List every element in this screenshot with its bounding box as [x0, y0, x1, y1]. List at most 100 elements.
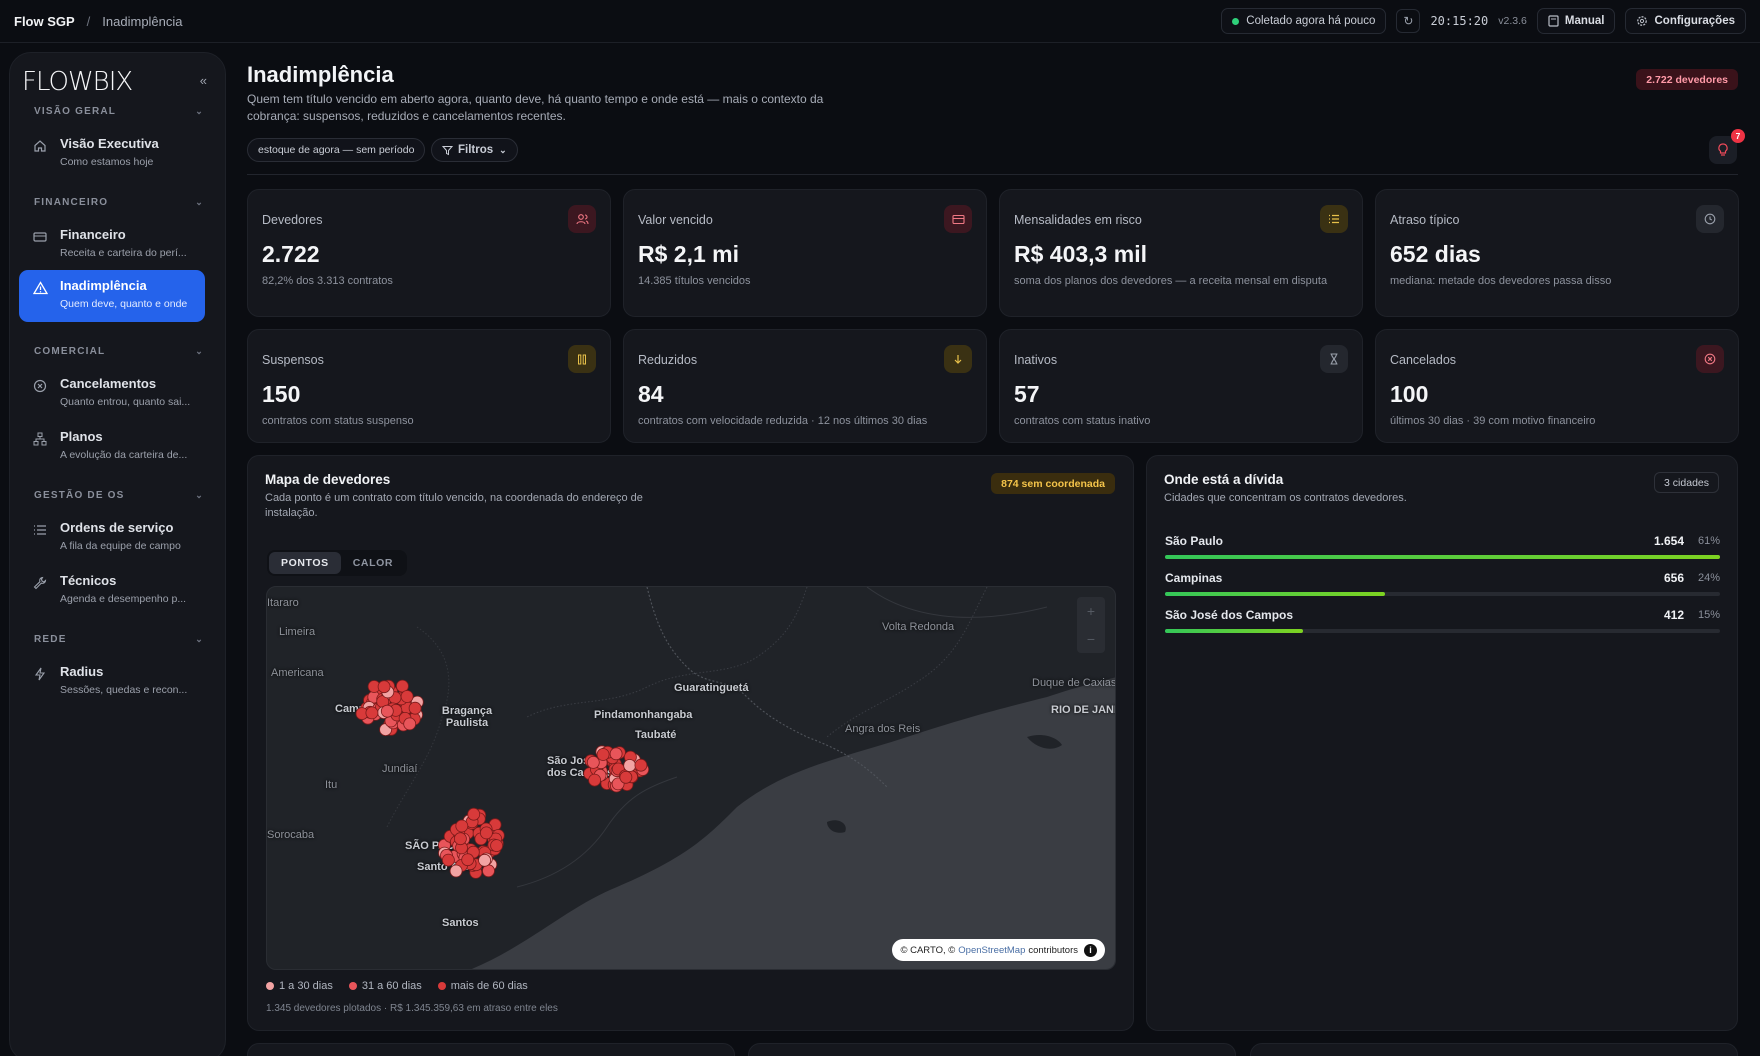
- collect-status: Coletado agora há pouco: [1221, 8, 1387, 34]
- sidebar-item-title: Técnicos: [60, 573, 117, 588]
- kpi-sub: últimos 30 dias · 39 com motivo financei…: [1390, 415, 1596, 427]
- legend-label: 1 a 30 dias: [279, 980, 333, 992]
- city-count: 412: [1663, 608, 1684, 622]
- info-icon[interactable]: i: [1084, 943, 1097, 957]
- list-icon: [1320, 205, 1348, 233]
- kpi-sub: 82,2% dos 3.313 contratos: [262, 275, 393, 287]
- sidebar-item-title: Cancelamentos: [60, 376, 157, 391]
- section-rede[interactable]: REDE ⌄: [34, 634, 204, 645]
- x-circle-icon: [32, 378, 48, 394]
- kpi-card-suspensos: Suspensos 150 contratos com status suspe…: [247, 329, 611, 443]
- debtor-point[interactable]: [634, 758, 648, 772]
- sidebar-item-tecnicos[interactable]: Técnicos Agenda e desempenho p...: [19, 565, 205, 617]
- lower-panel: [748, 1043, 1236, 1056]
- section-label: REDE: [34, 634, 67, 645]
- debtor-points: [355, 679, 650, 879]
- sidebar-item-financeiro[interactable]: Financeiro Receita e carteira do perí...: [19, 219, 205, 271]
- kpi-card-cancelados: Cancelados 100 últimos 30 dias · 39 com …: [1375, 329, 1739, 443]
- debtor-point[interactable]: [377, 680, 391, 694]
- collapse-sidebar-button[interactable]: «: [200, 73, 207, 88]
- section-label: FINANCEIRO: [34, 197, 109, 208]
- sidebar-item-ordens-servico[interactable]: Ordens de serviço A fila da equipe de ca…: [19, 512, 205, 564]
- debtor-point[interactable]: [365, 706, 379, 720]
- zoom-in-button[interactable]: +: [1087, 603, 1095, 619]
- city-name: Campinas: [1165, 571, 1223, 585]
- debtor-point[interactable]: [588, 773, 602, 787]
- debtor-point[interactable]: [403, 717, 417, 731]
- debtor-point[interactable]: [490, 839, 504, 853]
- kpi-sub: contratos com status suspenso: [262, 415, 414, 427]
- tab-pontos[interactable]: PONTOS: [269, 552, 341, 574]
- attribution-osm-link[interactable]: OpenStreetMap: [958, 945, 1025, 956]
- sidebar-item-sub: Como estamos hoje: [60, 156, 154, 168]
- debtor-point[interactable]: [455, 819, 469, 833]
- debtor-point[interactable]: [586, 755, 600, 769]
- kpi-card-devedores: Devedores 2.722 82,2% dos 3.313 contrato…: [247, 189, 611, 317]
- city-percent: 24%: [1697, 572, 1720, 584]
- debt-by-city-panel: Onde está a dívida Cidades que concentra…: [1146, 455, 1738, 1031]
- chevron-down-icon: ⌄: [195, 197, 204, 207]
- debtors-badge: 2.722 devedores: [1636, 69, 1738, 90]
- debtor-point[interactable]: [408, 701, 422, 715]
- logo: FLOWBIX: [22, 67, 133, 97]
- sidebar-item-radius[interactable]: Radius Sessões, quedas e recon...: [19, 656, 205, 708]
- lower-panel: [247, 1043, 735, 1056]
- kpi-value: R$ 403,3 mil: [1014, 241, 1147, 267]
- debtor-point[interactable]: [479, 826, 493, 840]
- debtor-point[interactable]: [441, 853, 455, 867]
- kpi-label: Atraso típico: [1390, 213, 1460, 227]
- settings-button[interactable]: Configurações: [1625, 8, 1746, 34]
- section-label: VISÃO GERAL: [34, 106, 117, 117]
- sidebar-item-cancelamentos[interactable]: Cancelamentos Quanto entrou, quanto sai.…: [19, 368, 205, 420]
- version: v2.3.6: [1498, 15, 1527, 27]
- sidebar-item-visao-executiva[interactable]: Visão Executiva Como estamos hoje: [19, 128, 205, 180]
- attribution-contrib: contributors: [1028, 944, 1078, 956]
- pause-icon: [568, 345, 596, 373]
- debtor-point[interactable]: [478, 853, 492, 867]
- section-financeiro[interactable]: FINANCEIRO ⌄: [34, 197, 204, 208]
- debtor-point[interactable]: [609, 747, 623, 761]
- debtor-point[interactable]: [596, 748, 610, 761]
- legend-label: mais de 60 dias: [450, 980, 528, 992]
- sidebar-item-planos[interactable]: Planos A evolução da carteira de...: [19, 421, 205, 473]
- warning-icon: [32, 280, 48, 296]
- filters-button[interactable]: Filtros ⌄: [431, 138, 518, 162]
- tree-icon: [32, 431, 48, 447]
- map-attribution: © CARTO , © OpenStreetMap contributors i: [892, 939, 1105, 961]
- debtor-point[interactable]: [619, 770, 633, 784]
- users-icon: [568, 205, 596, 233]
- city-bar-track: [1165, 555, 1720, 559]
- map-mode-tabs: PONTOS CALOR: [267, 550, 408, 576]
- manual-button[interactable]: Manual: [1536, 8, 1616, 34]
- breadcrumb-app[interactable]: Flow SGP: [14, 14, 75, 29]
- debtor-point[interactable]: [623, 759, 637, 772]
- section-gestao-os[interactable]: GESTÃO DE OS ⌄: [34, 490, 204, 501]
- kpi-label: Suspensos: [262, 353, 324, 367]
- kpi-sub: contratos com velocidade reduzida · 12 n…: [638, 415, 928, 427]
- debt-panel-title: Onde está a dívida: [1164, 472, 1284, 487]
- debtor-point[interactable]: [380, 704, 394, 718]
- debtor-point[interactable]: [449, 864, 463, 878]
- sidebar-item-sub: Agenda e desempenho p...: [60, 593, 187, 605]
- zoom-out-button[interactable]: −: [1087, 631, 1095, 647]
- refresh-button[interactable]: ↻: [1396, 9, 1421, 33]
- debtor-point[interactable]: [400, 690, 414, 703]
- city-name: São José dos Campos: [1165, 608, 1294, 622]
- section-comercial[interactable]: COMERCIAL ⌄: [34, 346, 204, 357]
- period-chip[interactable]: estoque de agora — sem período: [247, 138, 426, 162]
- debtor-point[interactable]: [467, 807, 481, 821]
- debtors-map[interactable]: Itararo Limeira Americana Campinas Braga…: [266, 586, 1116, 970]
- sidebar-item-inadimplencia[interactable]: Inadimplência Quem deve, quanto e onde: [19, 270, 205, 322]
- sidebar-item-title: Radius: [60, 664, 104, 679]
- tab-calor[interactable]: CALOR: [341, 552, 405, 574]
- map-panel-title: Mapa de devedores: [265, 472, 391, 487]
- debtor-point[interactable]: [461, 853, 475, 867]
- legend-item: 31 a 60 dias: [348, 980, 422, 992]
- city-percent: 15%: [1697, 609, 1720, 621]
- section-visao-geral[interactable]: VISÃO GERAL ⌄: [34, 106, 204, 117]
- debtor-point[interactable]: [453, 832, 467, 846]
- attribution-carto[interactable]: © CARTO: [900, 945, 943, 956]
- sidebar-item-sub: A fila da equipe de campo: [60, 540, 181, 552]
- arrow-down-icon: [944, 345, 972, 373]
- map-legend: 1 a 30 dias 31 a 60 dias mais de 60 dias: [266, 980, 528, 992]
